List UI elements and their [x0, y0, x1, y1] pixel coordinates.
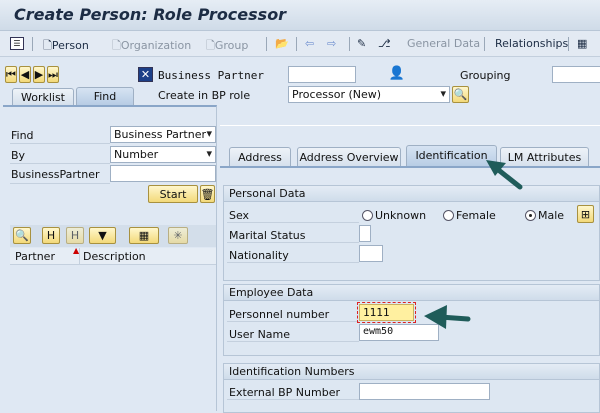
arrow-to-identification-tab: [486, 160, 523, 190]
annotation-arrows: [424, 160, 523, 329]
arrow-to-personnel-number: [424, 305, 471, 329]
